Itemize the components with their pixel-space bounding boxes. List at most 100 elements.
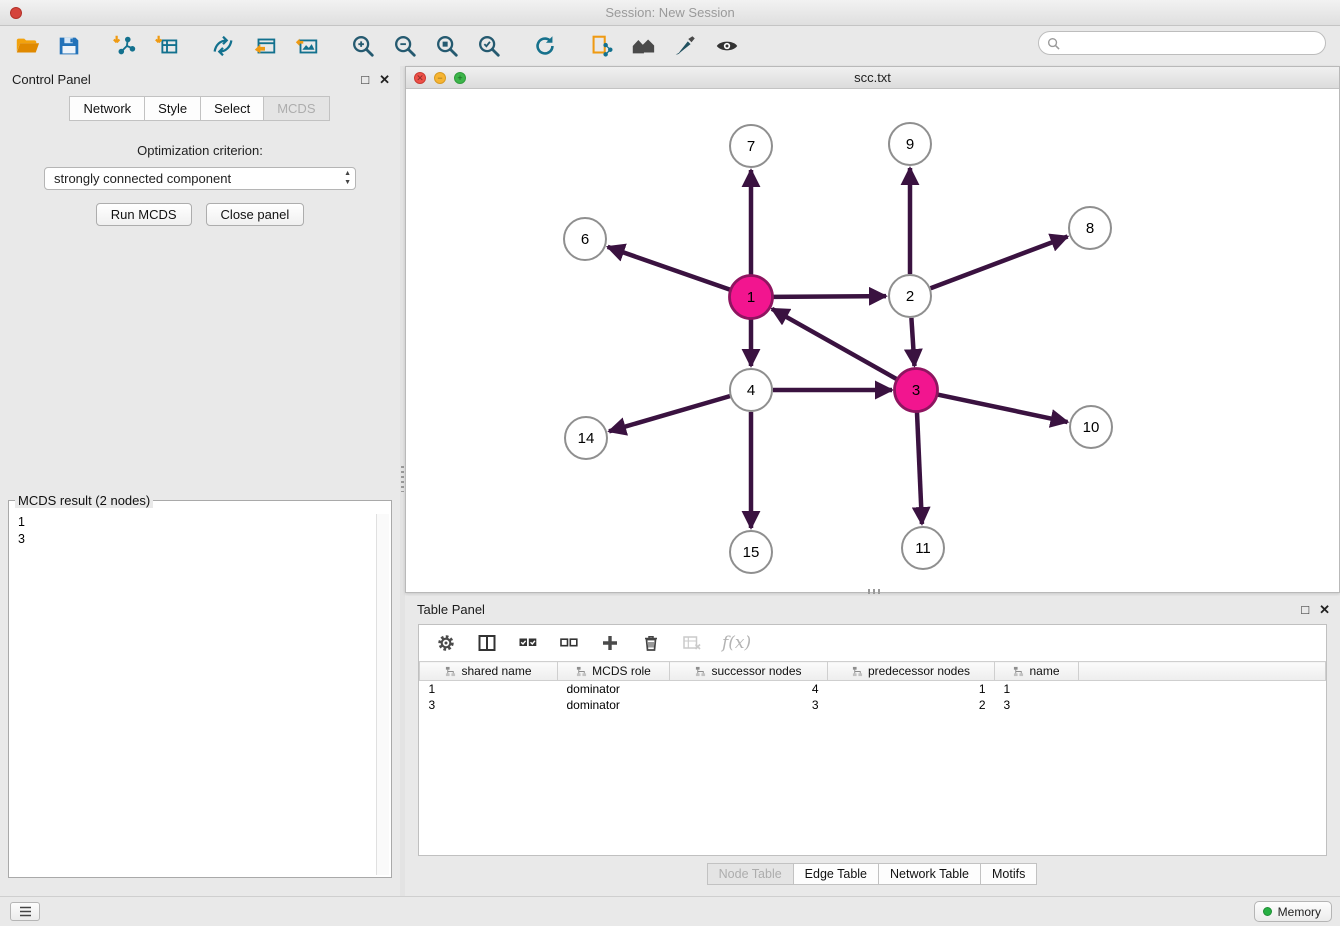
network-window-header[interactable]: ✕ − + scc.txt (406, 67, 1339, 89)
optimization-criterion-label: Optimization criterion: (0, 143, 400, 158)
table-row[interactable]: 1dominator411 (420, 681, 1326, 697)
home-pair-icon (630, 33, 656, 59)
close-panel-button[interactable]: Close panel (206, 203, 305, 226)
graph-edge-4-14[interactable] (609, 396, 730, 431)
zoom-out-button[interactable] (390, 31, 420, 61)
table-row[interactable]: 3dominator323 (420, 697, 1326, 713)
select-all-columns-button[interactable] (517, 632, 539, 654)
graph-edge-2-8[interactable] (931, 236, 1068, 288)
memory-button[interactable]: Memory (1254, 901, 1332, 922)
memory-label: Memory (1278, 905, 1321, 919)
home-button[interactable] (628, 31, 658, 61)
attribute-icon (695, 666, 706, 677)
import-table-button[interactable] (152, 31, 182, 61)
column-header-predecessor-nodes[interactable]: predecessor nodes (828, 662, 995, 681)
window-resize-grip[interactable] (868, 589, 882, 594)
window-close-light[interactable] (10, 7, 22, 19)
network-maximize-icon[interactable]: + (454, 72, 466, 84)
save-icon (56, 33, 82, 59)
zoom-fit-button[interactable] (432, 31, 462, 61)
export-image-button[interactable] (292, 31, 322, 61)
close-panel-icon[interactable]: ✕ (379, 73, 390, 86)
show-panels-button[interactable] (10, 902, 40, 921)
paintbrush-button[interactable] (670, 31, 700, 61)
mcds-result-title: MCDS result (2 nodes) (15, 493, 153, 508)
graph-node-label-8: 8 (1086, 220, 1094, 237)
graph-node-label-7: 7 (747, 138, 755, 155)
graph-edge-3-1[interactable] (772, 309, 897, 379)
column-header-shared-name[interactable]: shared name (420, 662, 558, 681)
graph-edge-1-6[interactable] (608, 247, 731, 290)
tab-network[interactable]: Network (69, 96, 145, 121)
eye-button[interactable] (712, 31, 742, 61)
tab-select[interactable]: Select (200, 96, 264, 121)
tab-network-table[interactable]: Network Table (878, 863, 981, 885)
table-tabs: Node TableEdge TableNetwork TableMotifs (405, 863, 1340, 885)
eye-icon (714, 33, 740, 59)
paintbrush-icon (672, 33, 698, 59)
graph-node-label-10: 10 (1083, 419, 1100, 436)
show-columns-button[interactable] (476, 632, 498, 654)
delete-column-button[interactable] (640, 632, 662, 654)
run-mcds-button[interactable]: Run MCDS (96, 203, 192, 226)
float-table-panel-icon[interactable]: □ (1301, 603, 1309, 616)
network-minimize-icon[interactable]: − (434, 72, 446, 84)
network-close-icon[interactable]: ✕ (414, 72, 426, 84)
columns-icon (477, 633, 497, 653)
mcds-result-item[interactable]: 3 (11, 531, 375, 548)
zoom-selected-icon (476, 33, 502, 59)
attribute-icon (445, 666, 456, 677)
delete-table-button[interactable] (681, 632, 703, 654)
zoom-out-icon (392, 33, 418, 59)
table-area: f(x) shared nameMCDS rolesuccessor nodes… (418, 624, 1327, 856)
tab-edge-table[interactable]: Edge Table (793, 863, 879, 885)
mcds-result-item[interactable]: 1 (11, 514, 375, 531)
open-session-button[interactable] (12, 31, 42, 61)
close-table-panel-icon[interactable]: ✕ (1319, 603, 1330, 616)
column-header-successor-nodes[interactable]: successor nodes (670, 662, 828, 681)
table-cell: 3 (995, 697, 1079, 713)
graph-edge-1-2[interactable] (773, 296, 886, 297)
import-network-button[interactable] (110, 31, 140, 61)
zoom-selected-button[interactable] (474, 31, 504, 61)
control-panel-title: Control Panel (12, 72, 361, 87)
network-arrows-button[interactable] (208, 31, 238, 61)
table-settings-button[interactable] (435, 632, 457, 654)
export-network-window-button[interactable] (250, 31, 280, 61)
graph-edge-2-3[interactable] (911, 318, 914, 366)
refresh-layout-button[interactable] (530, 31, 560, 61)
network-canvas[interactable]: 7968124314101511 (406, 89, 1339, 592)
column-header-MCDS-role[interactable]: MCDS role (558, 662, 670, 681)
control-panel-tabs: NetworkStyleSelectMCDS (0, 96, 400, 121)
table-cell-filler (1079, 697, 1326, 713)
unselect-all-columns-button[interactable] (558, 632, 580, 654)
search-input[interactable] (1060, 36, 1325, 51)
table-cell-filler (1079, 681, 1326, 697)
column-header-name[interactable]: name (995, 662, 1079, 681)
save-session-button[interactable] (54, 31, 84, 61)
tab-mcds[interactable]: MCDS (263, 96, 329, 121)
tab-style[interactable]: Style (144, 96, 201, 121)
create-column-button[interactable] (599, 632, 621, 654)
tab-motifs[interactable]: Motifs (980, 863, 1037, 885)
edges-layer (608, 168, 1068, 528)
graph-edge-3-11[interactable] (917, 412, 922, 524)
title-bar: Session: New Session (0, 0, 1340, 26)
graph-node-label-14: 14 (578, 430, 595, 447)
column-header-filler (1079, 662, 1326, 681)
tab-node-table[interactable]: Node Table (707, 863, 794, 885)
annotation-button[interactable] (586, 31, 616, 61)
zoom-in-icon (350, 33, 376, 59)
graph-edge-3-10[interactable] (938, 395, 1068, 422)
graph-node-label-9: 9 (906, 136, 914, 153)
gear-icon (436, 633, 456, 653)
result-scrollbar[interactable] (376, 514, 389, 875)
float-panel-icon[interactable]: □ (361, 73, 369, 86)
table-panel-title: Table Panel (417, 602, 1301, 617)
search-box[interactable] (1038, 31, 1326, 55)
zoom-in-button[interactable] (348, 31, 378, 61)
function-builder-button[interactable]: f(x) (722, 633, 751, 653)
unchecked-boxes-icon (559, 633, 579, 653)
optimization-select[interactable]: strongly connected component ▲▼ (44, 167, 356, 190)
export-image-icon (294, 33, 320, 59)
